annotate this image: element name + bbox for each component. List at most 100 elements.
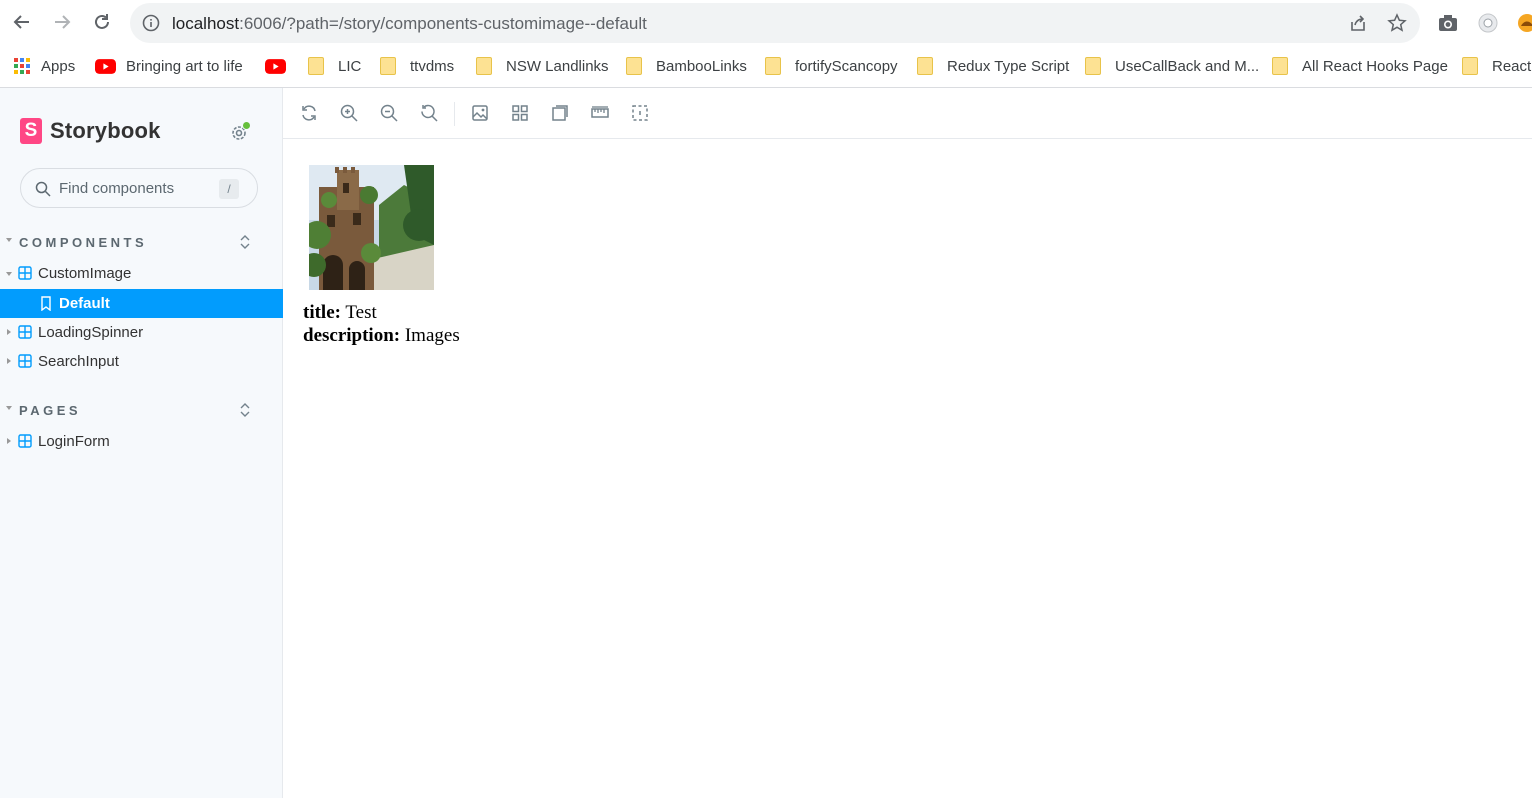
- bookmark-folder-lic[interactable]: LIC: [308, 56, 361, 76]
- bookmark-folder-fortify[interactable]: fortifyScancopy: [765, 56, 898, 76]
- reload-icon: [95, 14, 109, 29]
- expand-collapse-icon[interactable]: [238, 401, 252, 419]
- description-label: description:: [303, 325, 401, 346]
- bookmark-folder-bamboo[interactable]: BambooLinks: [626, 56, 747, 76]
- camera-icon[interactable]: [1437, 12, 1459, 34]
- search-input[interactable]: [59, 178, 209, 198]
- back-button[interactable]: [9, 9, 35, 35]
- folder-icon: [917, 57, 933, 75]
- bookmark-folder-ttvdms[interactable]: ttvdms: [380, 56, 454, 76]
- folder-icon: [380, 57, 396, 75]
- bookmark-label: ttvdms: [410, 57, 455, 75]
- caret-down-icon: [6, 238, 12, 242]
- bookmark-label: Redux Type Script: [947, 57, 1070, 75]
- viewport-icon[interactable]: [550, 103, 570, 123]
- grid-icon[interactable]: [510, 103, 530, 123]
- apps-grid-icon: [14, 58, 30, 74]
- bookmark-folder-usecallback[interactable]: UseCallBack and M...: [1085, 56, 1259, 76]
- tree-item-searchinput[interactable]: SearchInput: [0, 347, 283, 376]
- address-bar[interactable]: localhost:6006/?path=/story/components-c…: [130, 3, 1420, 43]
- caret-down-icon: [6, 272, 12, 276]
- folder-icon: [1085, 57, 1101, 75]
- bookmark-bringing-art[interactable]: Bringing art to life: [95, 56, 243, 76]
- bookmark-apps[interactable]: Apps: [13, 56, 75, 76]
- section-label: PAGES: [19, 403, 82, 418]
- arrow-left-icon: [13, 15, 29, 29]
- castle-landscape-image: [309, 165, 434, 290]
- bookmark-label: UseCallBack and M...: [1115, 57, 1260, 75]
- folder-icon: [1272, 57, 1288, 75]
- share-icon[interactable]: [1348, 13, 1368, 33]
- bookmark-folder-redux[interactable]: Redux Type Script: [917, 56, 1069, 76]
- bookmark-label: Apps: [41, 57, 76, 75]
- bookmarks-bar: Apps Bringing art to life LIC ttvdms NSW…: [0, 45, 1532, 88]
- folder-icon: [1462, 57, 1478, 75]
- extension-icon[interactable]: [1477, 12, 1499, 34]
- outline-icon[interactable]: [630, 103, 650, 123]
- zoom-reset-icon[interactable]: [419, 103, 439, 123]
- story-canvas: title: Test description: Images: [283, 139, 1532, 798]
- folder-icon: [765, 57, 781, 75]
- reload-button[interactable]: [89, 9, 115, 35]
- browser-toolbar: localhost:6006/?path=/story/components-c…: [0, 0, 1532, 45]
- toolbar-divider: [454, 102, 455, 126]
- bookmark-folder-nsw[interactable]: NSW Landlinks: [476, 56, 609, 76]
- url-host: localhost: [172, 14, 240, 33]
- story-description: description: Images: [303, 325, 460, 347]
- tree-item-loadingspinner[interactable]: LoadingSpinner: [0, 318, 283, 347]
- url-text[interactable]: localhost:6006/?path=/story/components-c…: [172, 14, 647, 34]
- title-label: title:: [303, 302, 341, 323]
- arrow-right-icon: [55, 15, 71, 29]
- expand-collapse-icon[interactable]: [238, 233, 252, 251]
- bookmark-icon: [41, 296, 51, 311]
- tree-item-label: LoadingSpinner: [38, 324, 144, 341]
- tree-item-label: SearchInput: [38, 353, 119, 370]
- search-field[interactable]: /: [20, 168, 258, 208]
- bookmark-label: React T: [1492, 57, 1532, 75]
- background-image-icon[interactable]: [470, 103, 490, 123]
- ruler-icon[interactable]: [590, 103, 610, 123]
- bookmark-label: NSW Landlinks: [506, 57, 609, 75]
- bookmark-label: All React Hooks Page: [1302, 57, 1448, 75]
- story-title: title: Test: [303, 302, 377, 324]
- section-pages[interactable]: PAGES: [0, 399, 283, 423]
- storybook-sidebar: S Storybook / COMPONENTS CustomImage Def…: [0, 88, 283, 798]
- storybook-brand[interactable]: S Storybook: [20, 118, 161, 144]
- caret-right-icon: [7, 358, 11, 364]
- folder-icon: [476, 57, 492, 75]
- component-icon: [18, 266, 32, 280]
- info-icon[interactable]: [142, 14, 160, 32]
- zoom-out-icon[interactable]: [379, 103, 399, 123]
- bookmark-youtube[interactable]: [265, 56, 296, 76]
- youtube-icon: [95, 58, 116, 74]
- title-value: Test: [345, 302, 377, 323]
- remount-icon[interactable]: [299, 103, 319, 123]
- preview-toolbar: [283, 88, 1532, 139]
- tree-item-loginform[interactable]: LoginForm: [0, 427, 283, 456]
- tree-item-label: CustomImage: [38, 265, 132, 282]
- folder-icon: [308, 57, 324, 75]
- zoom-in-icon[interactable]: [339, 103, 359, 123]
- tree-item-customimage[interactable]: CustomImage: [0, 259, 283, 288]
- bookmark-label: BambooLinks: [656, 57, 747, 75]
- bookmark-label: fortifyScancopy: [795, 57, 898, 75]
- search-shortcut-key: /: [219, 179, 239, 199]
- bookmark-folder-react-hooks[interactable]: All React Hooks Page: [1272, 56, 1448, 76]
- tree-item-default-story[interactable]: Default: [0, 289, 283, 318]
- bookmark-label: LIC: [338, 57, 362, 75]
- component-icon: [18, 325, 32, 339]
- section-components[interactable]: COMPONENTS: [0, 231, 283, 255]
- settings-button[interactable]: [229, 121, 251, 143]
- forward-button[interactable]: [49, 9, 75, 35]
- star-icon[interactable]: [1387, 13, 1407, 33]
- component-icon: [18, 354, 32, 368]
- profile-avatar-icon[interactable]: [1516, 12, 1532, 34]
- bookmark-label: Bringing art to life: [126, 57, 243, 75]
- bookmark-folder-react[interactable]: React T: [1462, 56, 1532, 76]
- tree-item-label: Default: [59, 295, 110, 312]
- folder-icon: [626, 57, 642, 75]
- brand-title: Storybook: [50, 118, 161, 143]
- status-dot: [242, 121, 251, 130]
- caret-right-icon: [7, 329, 11, 335]
- tree-item-label: LoginForm: [38, 433, 110, 450]
